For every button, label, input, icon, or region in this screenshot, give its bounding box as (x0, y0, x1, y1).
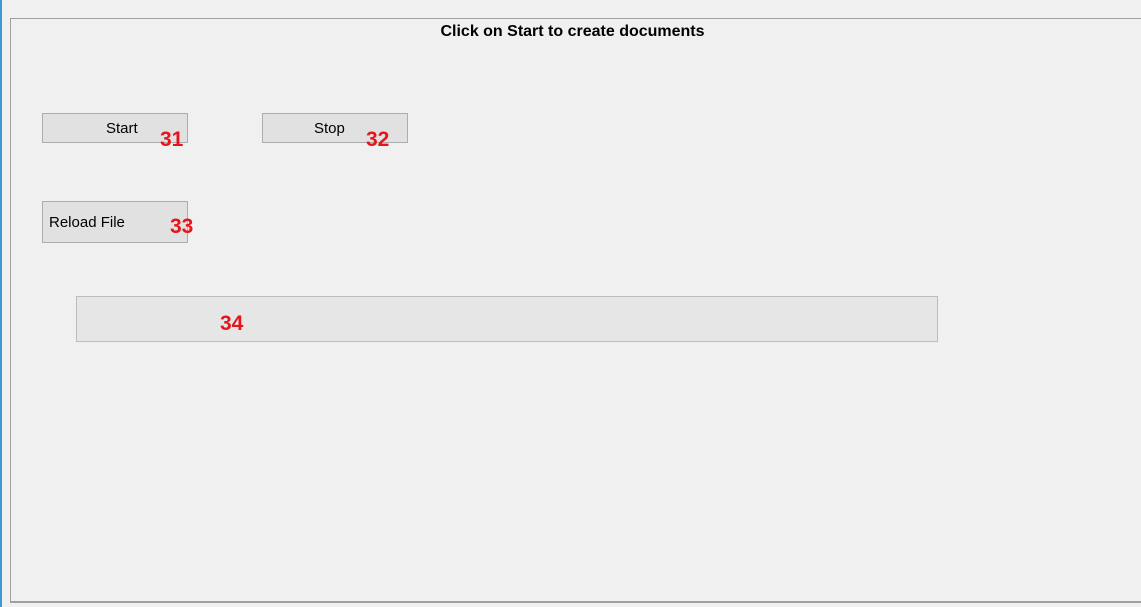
reload-marker: 33 (170, 215, 194, 238)
app-window: Click on Start to create documents Start… (0, 0, 1141, 607)
stop-marker: 32 (366, 128, 390, 151)
stop-button-label: Stop (314, 120, 345, 137)
reload-file-button[interactable]: Reload File (42, 201, 188, 243)
start-marker: 31 (160, 128, 184, 151)
progress-bar (76, 296, 938, 342)
start-button-label: Start (106, 120, 138, 137)
progress-marker: 34 (220, 312, 244, 335)
group-title: Click on Start to create documents (2, 22, 1141, 42)
reload-file-button-label: Reload File (49, 214, 125, 231)
group-title-text: Click on Start to create documents (436, 23, 709, 40)
